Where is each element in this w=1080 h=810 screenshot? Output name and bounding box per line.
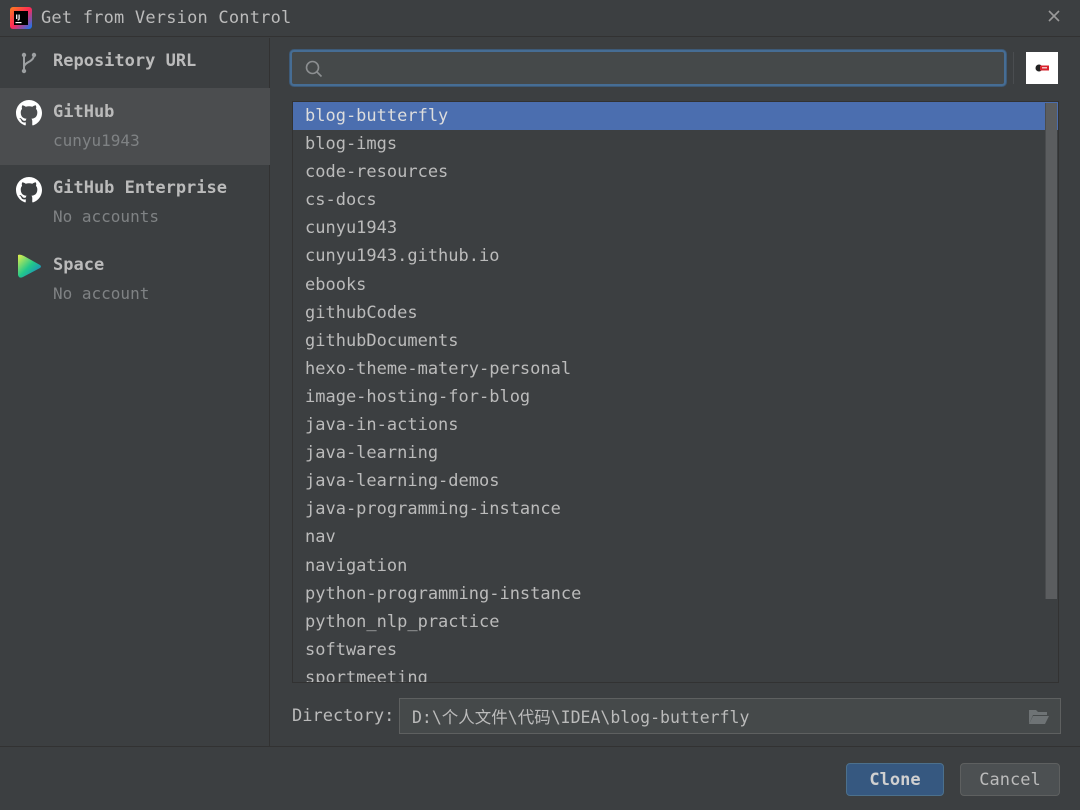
svg-text:IJ: IJ — [16, 13, 21, 21]
clone-button[interactable]: Clone — [846, 763, 944, 796]
dialog-footer: Clone Cancel — [0, 746, 1080, 810]
close-icon[interactable] — [1044, 6, 1064, 26]
directory-input[interactable] — [412, 705, 1012, 727]
divider — [1013, 52, 1014, 84]
repository-list-item[interactable]: softwares — [293, 636, 1058, 664]
sidebar-item-status: No accounts — [53, 207, 159, 226]
repository-list-item[interactable]: githubCodes — [293, 299, 1058, 327]
folder-open-icon[interactable] — [1028, 708, 1050, 726]
repository-list-item[interactable]: java-learning-demos — [293, 467, 1058, 495]
repository-list-item[interactable]: cunyu1943 — [293, 214, 1058, 242]
repository-list-item[interactable]: java-programming-instance — [293, 495, 1058, 523]
repository-list[interactable]: blog-butterfly blog-imgs code-resources cs-… — [292, 101, 1059, 683]
repository-list-item[interactable]: githubDocuments — [293, 327, 1058, 355]
directory-label: Directory: — [292, 706, 395, 726]
repository-list-item[interactable]: sportmeeting — [293, 664, 1058, 682]
sidebar-item-github[interactable]: GitHub cunyu1943 — [0, 88, 270, 165]
repository-list-item[interactable]: java-in-actions — [293, 411, 1058, 439]
repository-list-item[interactable]: cs-docs — [293, 186, 1058, 214]
repository-list-item[interactable]: code-resources — [293, 158, 1058, 186]
account-avatar[interactable] — [1026, 52, 1058, 84]
cancel-button[interactable]: Cancel — [960, 763, 1060, 796]
repository-list-item[interactable]: image-hosting-for-blog — [293, 383, 1058, 411]
sidebar-item-github-enterprise[interactable]: GitHub Enterprise No accounts — [0, 165, 270, 242]
repository-list-item[interactable]: navigation — [293, 552, 1058, 580]
github-icon — [16, 177, 42, 203]
repository-list-item[interactable]: java-learning — [293, 439, 1058, 467]
avatar-image-icon — [1035, 64, 1049, 72]
sidebar-item-label: GitHub — [53, 102, 115, 122]
search-input[interactable] — [332, 56, 992, 80]
directory-field[interactable] — [399, 698, 1061, 734]
sidebar-item-label: GitHub Enterprise — [53, 178, 227, 198]
sidebar-item-repository-url[interactable]: Repository URL — [0, 38, 270, 88]
scrollbar-thumb[interactable] — [1045, 103, 1057, 599]
repository-list-item[interactable]: python_nlp_practice — [293, 608, 1058, 636]
sidebar-item-label: Space — [53, 255, 105, 275]
repository-list-item[interactable]: python-programming-instance — [293, 580, 1058, 608]
sidebar-item-space[interactable]: Space No account — [0, 242, 270, 319]
repository-list-item[interactable]: blog-imgs — [293, 130, 1058, 158]
sidebar-item-label: Repository URL — [53, 51, 197, 71]
repository-list-item[interactable]: blog-butterfly — [293, 102, 1058, 131]
search-icon — [305, 60, 323, 78]
intellij-idea-icon: IJ — [10, 7, 32, 29]
repository-list-item[interactable]: nav — [293, 523, 1058, 551]
window-title: Get from Version Control — [41, 8, 292, 28]
sidebar: Repository URL GitHub cunyu1943 GitHub E… — [0, 38, 270, 746]
space-icon — [18, 254, 41, 278]
github-icon — [16, 100, 42, 126]
sidebar-item-status: No account — [53, 284, 150, 303]
git-branch-icon — [21, 52, 37, 74]
repository-list-item[interactable]: ebooks — [293, 271, 1058, 299]
search-box[interactable] — [290, 50, 1006, 86]
repository-list-item[interactable]: hexo-theme-matery-personal — [293, 355, 1058, 383]
main-panel: blog-butterfly blog-imgs code-resources cs-… — [271, 38, 1080, 746]
repository-list-item[interactable]: cunyu1943.github.io — [293, 242, 1058, 270]
title-bar: IJ Get from Version Control — [0, 0, 1080, 37]
github-account-name: cunyu1943 — [53, 131, 140, 150]
